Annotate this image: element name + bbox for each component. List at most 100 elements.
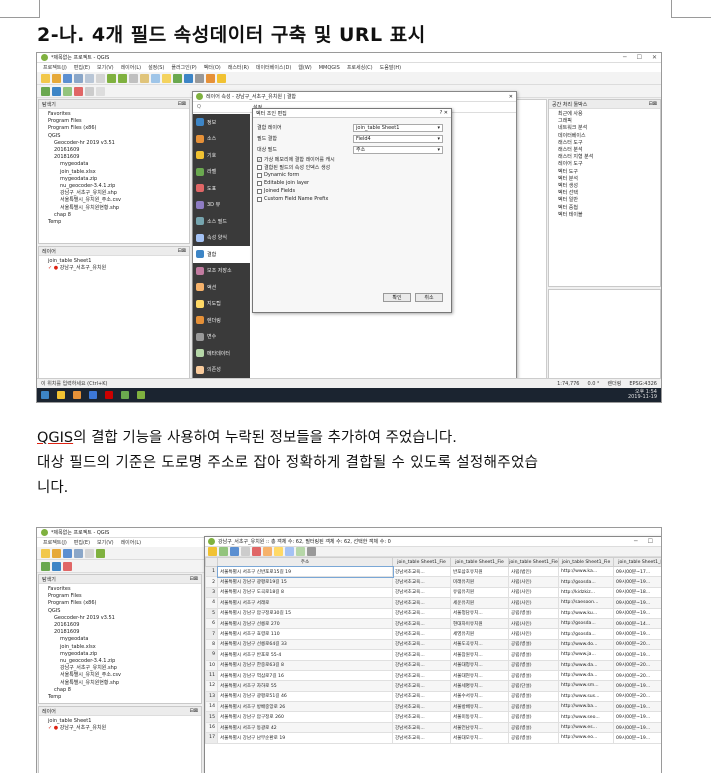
column-header[interactable]: join_table Sheet1_Fie bbox=[450, 557, 509, 567]
menu-item[interactable]: 프로젝트(J) bbox=[43, 64, 67, 71]
window-controls[interactable]: ─☐✕ bbox=[623, 54, 657, 61]
tree-item[interactable]: QGIS bbox=[42, 133, 186, 140]
table-cell[interactable]: http://www.ku... bbox=[558, 607, 614, 619]
menu-item[interactable]: 프로세싱(C) bbox=[347, 64, 373, 71]
table-cell[interactable]: 강남서초교육... bbox=[392, 565, 451, 578]
table-cell[interactable]: 서울특별시 강남구 한중로63길 8 bbox=[217, 659, 393, 671]
ok-button[interactable]: 확인 bbox=[383, 293, 411, 302]
table-cell[interactable]: 서울특별시 서초구 방배중앙로 26 bbox=[217, 701, 393, 713]
table-cell[interactable]: http://gsosda... bbox=[558, 576, 614, 588]
table-row[interactable]: 2 서울특별시 강남구 광평로19길 15 강남서초교육... 미래유치원 사립(사인)… bbox=[205, 576, 661, 588]
close-icon[interactable]: ✕ bbox=[509, 94, 513, 100]
table-cell[interactable]: 09시00분~14... bbox=[613, 617, 661, 630]
edge-icon[interactable] bbox=[89, 391, 97, 399]
toolbox-item[interactable]: 래스터 도구 bbox=[552, 140, 657, 147]
table-cell[interactable]: 공립(병설) bbox=[508, 638, 559, 651]
menu-item[interactable]: 프로젝트(J) bbox=[43, 539, 67, 546]
table-cell[interactable]: 공립(병설) bbox=[508, 721, 559, 734]
menu-item[interactable]: 보기(V) bbox=[97, 539, 114, 546]
row-number[interactable]: 15 bbox=[205, 711, 218, 723]
side-item-info[interactable]: 정보 bbox=[193, 114, 250, 131]
zoom-in-icon[interactable] bbox=[96, 548, 105, 558]
menu-item[interactable]: 편집(E) bbox=[74, 539, 90, 546]
table-row[interactable]: 1 서울특별시 서초구 신반포로15길 19 강남서초교육... 반포삼호유치원 사립(… bbox=[205, 565, 661, 578]
table-row[interactable]: 5 서울특별시 강남구 압구정로30길 15 강남서초교육... 서울청담유치... 공… bbox=[205, 607, 661, 619]
side-item-rendering[interactable]: 렌더링 bbox=[193, 312, 250, 329]
open-project-icon[interactable] bbox=[52, 548, 61, 558]
table-cell[interactable]: http://gsosda... bbox=[558, 628, 614, 640]
tree-item[interactable]: 서울특별시_유치원현황.shp bbox=[42, 205, 186, 212]
row-number[interactable]: 6 bbox=[205, 617, 218, 630]
row-number[interactable]: 13 bbox=[205, 690, 218, 703]
attribute-table-icon[interactable] bbox=[184, 73, 193, 83]
table-cell[interactable]: 사립(사인) bbox=[508, 617, 559, 630]
table-cell[interactable]: 서울수서유치... bbox=[450, 690, 509, 703]
reload-icon[interactable] bbox=[241, 547, 250, 556]
table-cell[interactable]: 공립(병설) bbox=[508, 701, 559, 713]
column-header[interactable]: join_table Sheet1_Fie bbox=[558, 557, 614, 567]
column-header[interactable]: join_table Sheet1_Fie bbox=[613, 557, 661, 567]
tree-item[interactable]: Program Files (x86) bbox=[42, 125, 186, 132]
side-item-actions[interactable]: 액션 bbox=[193, 279, 250, 296]
table-cell[interactable]: http://www.da... bbox=[558, 669, 614, 682]
filter-icon[interactable] bbox=[285, 547, 294, 556]
tree-item[interactable]: 20161609 bbox=[42, 622, 198, 629]
column-header[interactable]: join_table Sheet1_Fie bbox=[392, 557, 451, 567]
table-cell[interactable]: 서울특별시 강남구 압구정로30길 15 bbox=[217, 607, 393, 619]
tree-item[interactable]: QGIS bbox=[42, 608, 198, 615]
table-cell[interactable]: http://www.ja... bbox=[558, 649, 614, 661]
table-cell[interactable]: http://www.eo... bbox=[558, 732, 614, 744]
table-cell[interactable]: 09시00분~19... bbox=[613, 711, 661, 723]
tree-item[interactable]: 20181609 bbox=[42, 629, 198, 636]
join-layer-select[interactable]: join_table Sheet1 ▾ bbox=[353, 123, 443, 132]
table-cell[interactable]: 서울방배유치... bbox=[450, 701, 509, 713]
menu-item[interactable]: 레이어(L) bbox=[121, 64, 142, 71]
layer-item[interactable]: ✓ ● 강남구_서초구_유치원 bbox=[42, 265, 186, 272]
table-cell[interactable]: 세운유치원 bbox=[450, 597, 509, 609]
table-cell[interactable]: 강남서초교육... bbox=[392, 638, 451, 651]
menu-item[interactable]: 플러그인(P) bbox=[171, 64, 196, 71]
table-cell[interactable]: 강남서초교육... bbox=[392, 607, 451, 619]
table-cell[interactable]: http://www.seo... bbox=[558, 711, 614, 723]
custom-prefix-checkbox[interactable]: Custom Field Name Prefix bbox=[253, 195, 451, 203]
table-cell[interactable]: 서울특별시 강남구 남부순환로 19 bbox=[217, 732, 393, 744]
menu-item[interactable]: MMQGIS bbox=[319, 65, 340, 71]
add-raster-icon[interactable] bbox=[52, 561, 61, 571]
table-row[interactable]: 10 서울특별시 강남구 한중로63길 8 강남서초교육... 서울대청유치... 공립… bbox=[205, 659, 661, 671]
menu-item[interactable]: 도움말(H) bbox=[380, 64, 401, 71]
print-layout-icon[interactable] bbox=[74, 548, 83, 558]
row-number[interactable]: 1 bbox=[205, 565, 218, 578]
identify-icon[interactable] bbox=[162, 73, 171, 83]
table-row[interactable]: 17 서울특별시 강남구 남부순환로 19 강남서초교육... 서울대모유치... 공립… bbox=[205, 732, 661, 744]
table-cell[interactable]: 사립(사인) bbox=[508, 597, 559, 609]
table-cell[interactable]: http://www.sus... bbox=[558, 690, 614, 703]
toolbox-item[interactable]: 레이어 도구 bbox=[552, 161, 657, 168]
tree-item[interactable]: chap 8 bbox=[42, 212, 186, 219]
new-project-icon[interactable] bbox=[41, 548, 50, 558]
table-cell[interactable]: 반포삼호유치원 bbox=[450, 565, 509, 578]
table-cell[interactable]: 강남서초교육... bbox=[392, 690, 451, 703]
side-item-labels[interactable]: 라벨 bbox=[193, 164, 250, 181]
menu-item[interactable]: 설정(S) bbox=[148, 64, 164, 71]
table-cell[interactable]: http://www.do... bbox=[558, 638, 614, 651]
menu-item[interactable]: 보기(V) bbox=[97, 64, 114, 71]
table-row[interactable]: 3 서울특별시 강남구 도곡로18길 8 강남서초교육... 유림유치원 사립(사인) h… bbox=[205, 586, 661, 599]
table-row[interactable]: 13 서울특별시 강남구 광평로51길 46 강남서초교육... 서울수서유치... 공… bbox=[205, 690, 661, 703]
table-cell[interactable]: 09시00분~18... bbox=[613, 586, 661, 599]
table-cell[interactable]: 서울대현유치... bbox=[450, 669, 509, 682]
table-cell[interactable]: 서울잠원유치... bbox=[450, 649, 509, 661]
table-cell[interactable]: 서울특별시 강남구 도곡로18길 8 bbox=[217, 586, 393, 599]
pan-to-selected-icon[interactable] bbox=[296, 547, 305, 556]
table-cell[interactable]: 공립(병설) bbox=[508, 732, 559, 744]
table-cell[interactable]: 공립(병설) bbox=[508, 607, 559, 619]
table-cell[interactable]: http://www.es... bbox=[558, 721, 614, 734]
table-cell[interactable]: 09시00분~19... bbox=[613, 680, 661, 692]
table-cell[interactable]: 09시00분~19... bbox=[613, 597, 661, 609]
joined-fields-checkbox[interactable]: Joined Fields bbox=[253, 187, 451, 195]
zoom-layer-icon[interactable] bbox=[140, 73, 149, 83]
qgis-task-icon-active[interactable] bbox=[137, 391, 145, 399]
save-edits-icon[interactable] bbox=[230, 547, 239, 556]
tree-item[interactable]: 서울특별시_유치원_주소.csv bbox=[42, 197, 186, 204]
add-layer-icon[interactable] bbox=[41, 561, 50, 571]
side-item-source[interactable]: 소스 bbox=[193, 131, 250, 148]
